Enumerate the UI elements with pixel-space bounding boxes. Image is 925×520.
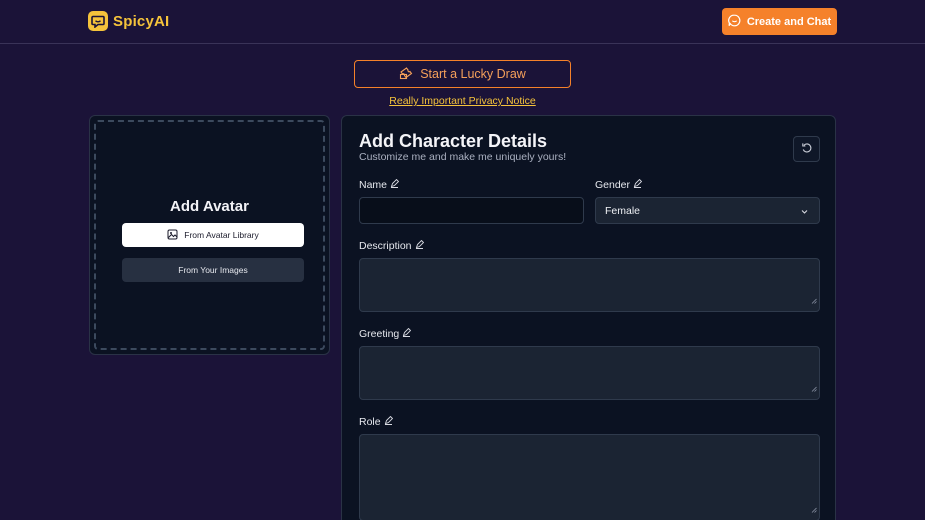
resize-handle-icon[interactable] — [811, 379, 817, 397]
avatar-title: Add Avatar — [170, 198, 249, 215]
name-input[interactable] — [359, 197, 584, 224]
greeting-label-text: Greeting — [359, 328, 400, 340]
greeting-textarea[interactable] — [359, 346, 820, 400]
image-gallery-icon — [167, 229, 178, 242]
create-and-chat-button[interactable]: Create and Chat — [722, 8, 837, 35]
description-textarea[interactable] — [359, 258, 820, 312]
gender-label: Gender — [595, 178, 643, 191]
pencil-icon — [390, 178, 400, 191]
chevron-down-icon — [800, 207, 809, 219]
lucky-draw-button[interactable]: Start a Lucky Draw — [354, 60, 571, 88]
role-label-text: Role — [359, 416, 381, 428]
name-label: Name — [359, 178, 400, 191]
lucky-draw-label: Start a Lucky Draw — [420, 67, 526, 81]
gender-select[interactable]: Female — [595, 197, 820, 224]
reset-button[interactable] — [793, 136, 820, 162]
your-images-button[interactable]: From Your Images — [122, 258, 304, 282]
description-label-text: Description — [359, 240, 412, 252]
description-label: Description — [359, 239, 424, 252]
avatar-panel: Add Avatar From Avatar Library From Your… — [89, 115, 330, 355]
avatar-dropzone[interactable]: Add Avatar From Avatar Library From Your… — [94, 120, 325, 350]
create-and-chat-label: Create and Chat — [746, 15, 832, 28]
character-details-panel: Add Character Details Customize me and m… — [341, 115, 836, 520]
brand-logo[interactable]: SpicyAI — [88, 11, 169, 31]
pencil-icon — [384, 415, 393, 428]
top-header: SpicyAI Create and Chat — [0, 0, 925, 44]
pencil-icon — [415, 239, 424, 252]
ticket-icon — [399, 66, 413, 83]
form-title: Add Character Details — [359, 131, 548, 151]
your-images-label: From Your Images — [178, 265, 248, 275]
gender-label-text: Gender — [595, 179, 631, 191]
gender-selected-value: Female — [605, 204, 641, 217]
refresh-icon — [801, 142, 813, 157]
chat-bubble-smile-icon — [88, 11, 108, 31]
privacy-notice-link[interactable]: Really Important Privacy Notice — [0, 95, 925, 107]
form-subtitle: Customize me and make me uniquely yours! — [359, 151, 567, 163]
resize-handle-icon[interactable] — [811, 500, 817, 518]
avatar-library-button[interactable]: From Avatar Library — [122, 223, 304, 247]
avatar-library-label: From Avatar Library — [184, 230, 259, 240]
role-label: Role — [359, 415, 393, 428]
pencil-icon — [633, 178, 643, 191]
role-textarea[interactable] — [359, 434, 820, 520]
pencil-icon — [402, 327, 412, 340]
name-label-text: Name — [359, 179, 388, 191]
brand-name: SpicyAI — [113, 12, 170, 30]
resize-handle-icon[interactable] — [811, 291, 817, 309]
chat-bubble-icon — [727, 14, 741, 30]
greeting-label: Greeting — [359, 327, 412, 340]
